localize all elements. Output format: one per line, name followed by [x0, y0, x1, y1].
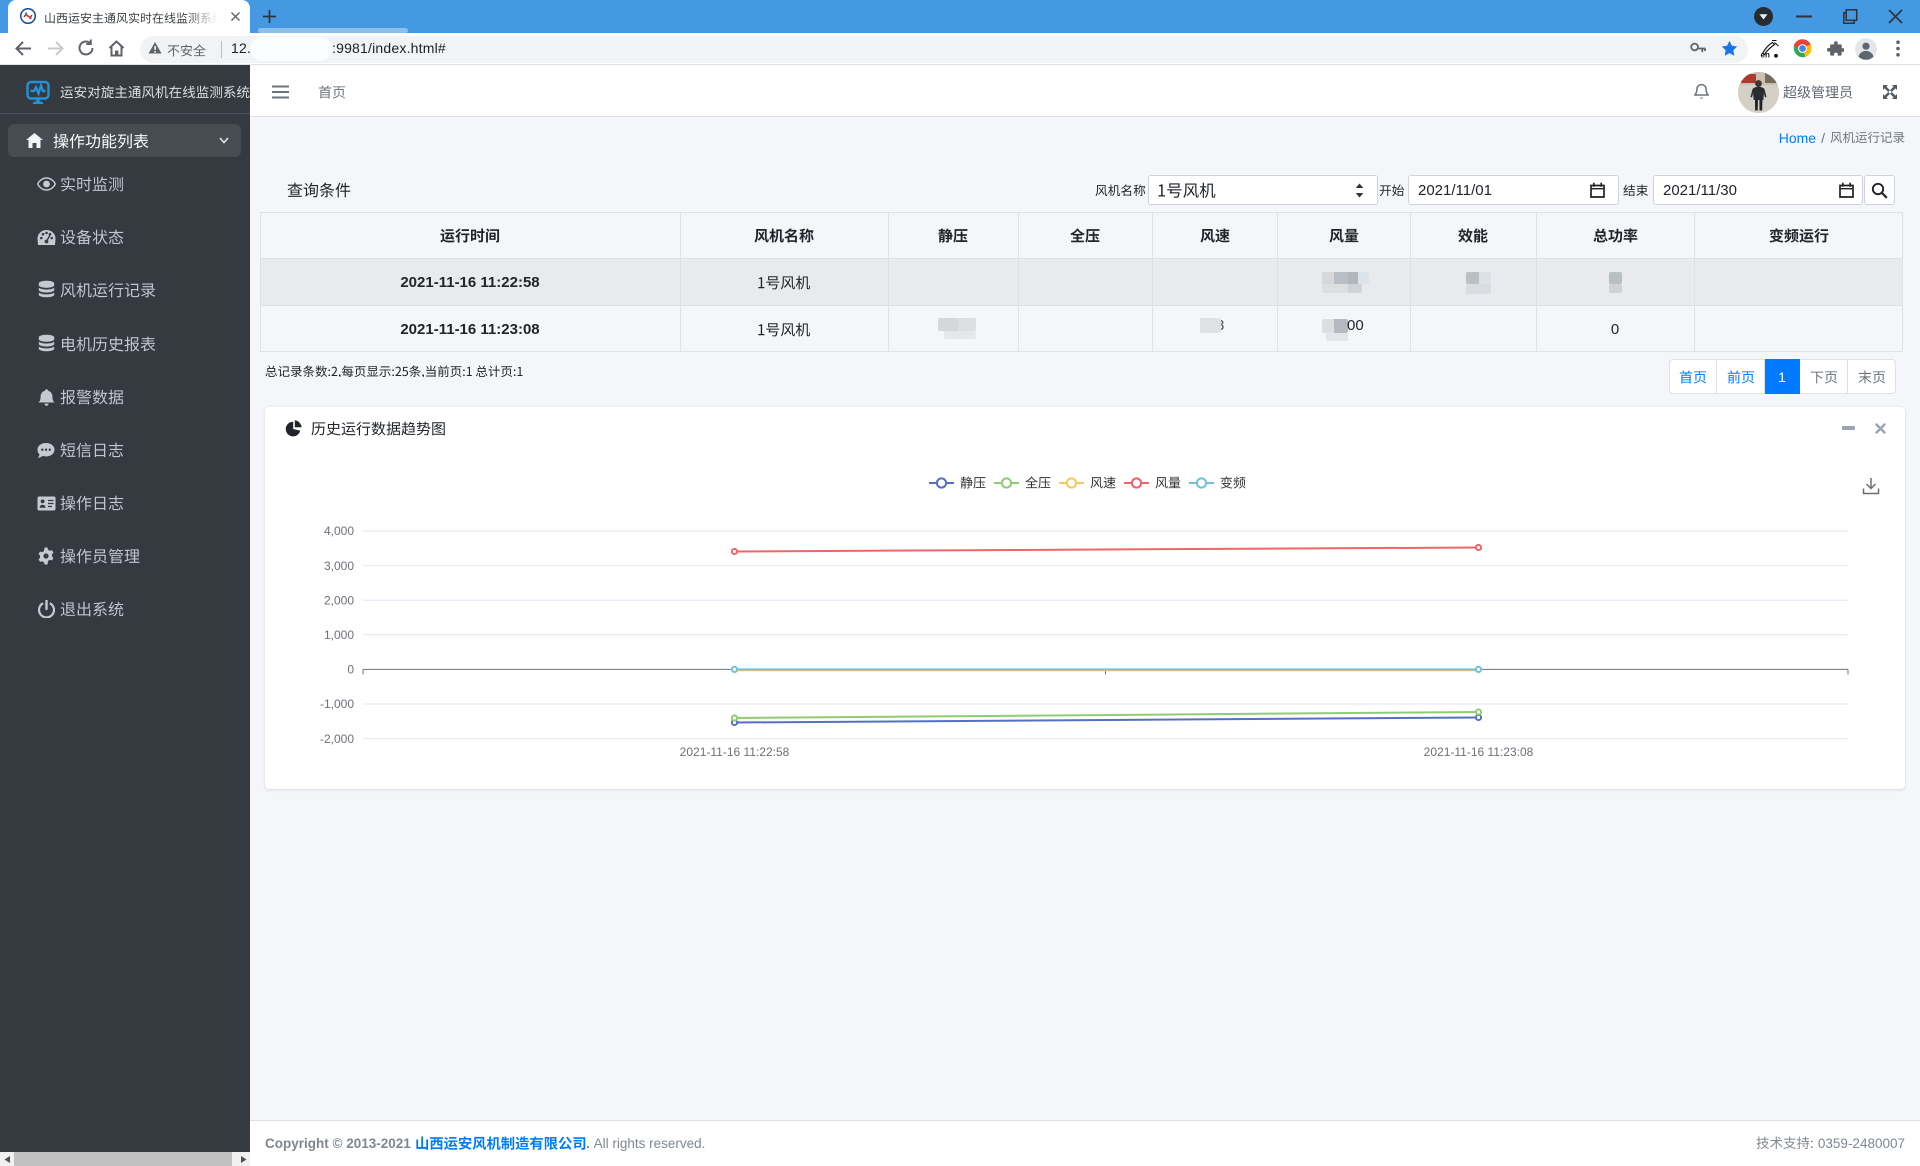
svg-text:-1,000: -1,000	[320, 697, 354, 711]
svg-text:-2,000: -2,000	[320, 732, 354, 746]
svg-text:2021-11-16 11:23:08: 2021-11-16 11:23:08	[1424, 745, 1534, 759]
svg-text:4,000: 4,000	[324, 524, 354, 538]
svg-text:2021-11-16 11:22:58: 2021-11-16 11:22:58	[680, 745, 790, 759]
svg-text:2,000: 2,000	[324, 593, 354, 607]
svg-text:0: 0	[347, 663, 354, 677]
svg-text:en: en	[1761, 51, 1770, 60]
svg-text:1,000: 1,000	[324, 628, 354, 642]
svg-text:3,000: 3,000	[324, 559, 354, 573]
